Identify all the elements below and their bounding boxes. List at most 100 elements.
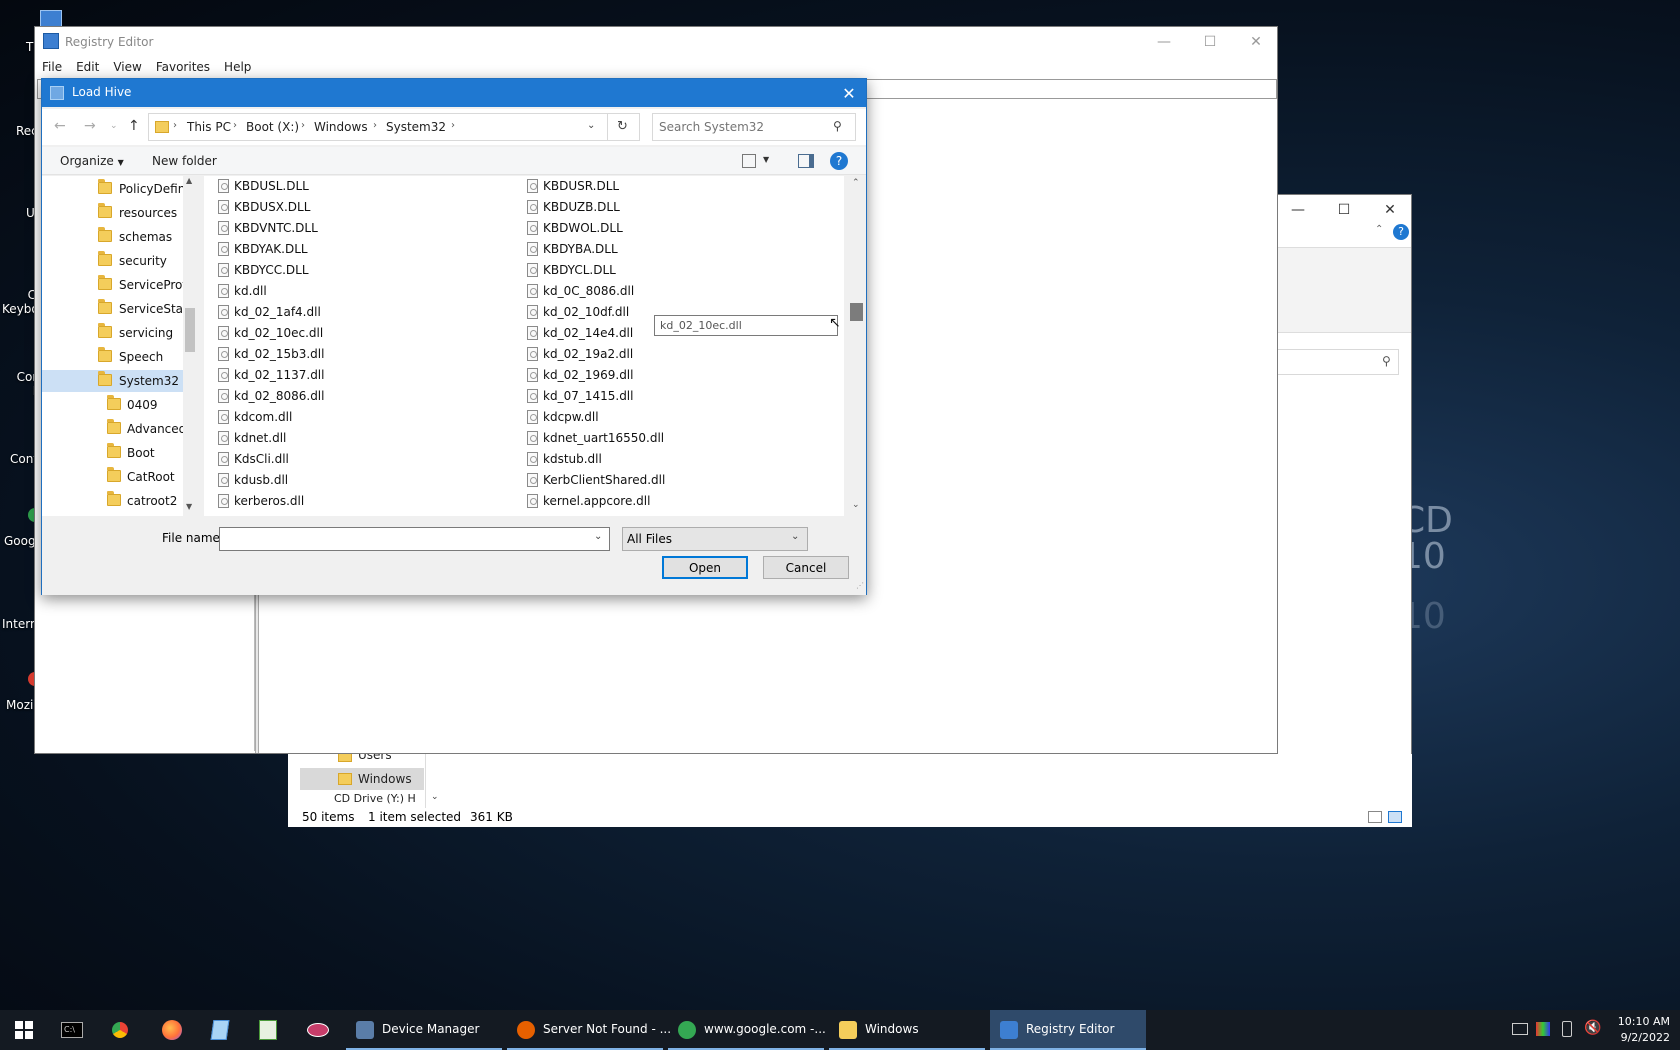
nav-item-servicing[interactable]: servicing xyxy=(42,322,183,344)
desktop-icon-label[interactable]: Mozi xyxy=(6,698,33,712)
ribbon-collapse-icon[interactable]: ⌃ xyxy=(1375,224,1383,235)
breadcrumb-system32[interactable]: System32 xyxy=(386,120,446,134)
chevron-down-icon[interactable]: ⌄ xyxy=(587,120,595,131)
file-name: kd_07_1415.dll xyxy=(543,389,634,403)
nav-item-resources[interactable]: resources xyxy=(42,202,183,224)
menu-view[interactable]: View xyxy=(106,57,148,77)
command-prompt-icon[interactable]: C:\ xyxy=(48,1010,96,1050)
cancel-button[interactable]: Cancel xyxy=(763,556,849,579)
desktop-icon-label[interactable]: Intern xyxy=(2,617,38,631)
nav-pane-scroll-thumb[interactable] xyxy=(185,308,195,352)
breadcrumb-boot[interactable]: Boot (X:) xyxy=(246,120,299,134)
chevron-down-icon[interactable]: ⌄ xyxy=(594,531,602,542)
desktop-icon-label[interactable]: T xyxy=(26,40,33,54)
menu-help[interactable]: Help xyxy=(217,57,258,77)
nav-item-serviceprofiles[interactable]: ServiceProfi xyxy=(42,274,190,296)
nav-item-catroot[interactable]: CatRoot xyxy=(42,466,183,488)
taskbar-app-device-manager[interactable]: Device Manager xyxy=(346,1010,502,1050)
preview-pane-icon[interactable] xyxy=(798,154,814,168)
network-icon[interactable] xyxy=(1512,1023,1528,1035)
folder-icon xyxy=(155,121,169,133)
chevron-down-icon: ⌄ xyxy=(791,531,800,542)
folder-icon xyxy=(98,251,112,266)
up-arrow-icon[interactable]: ↑ xyxy=(128,118,140,134)
close-button[interactable]: ✕ xyxy=(1233,27,1279,57)
nav-item-servicestate[interactable]: ServiceState xyxy=(42,298,195,320)
menu-edit[interactable]: Edit xyxy=(69,57,106,77)
scroll-up-arrow-icon[interactable]: ▲ xyxy=(186,176,192,185)
nav-item-advanced[interactable]: Advanced xyxy=(42,418,186,440)
large-icons-view-icon[interactable] xyxy=(1388,811,1402,823)
nav-item-system32[interactable]: System32 xyxy=(42,370,183,392)
search-icon[interactable]: ⚲ xyxy=(833,119,842,133)
scroll-down-arrow-icon[interactable]: ⌄ xyxy=(852,500,860,510)
file-type-select[interactable]: All Files ⌄ xyxy=(622,527,808,551)
maximize-button[interactable]: ☐ xyxy=(1321,195,1367,225)
breadcrumb-windows[interactable]: Windows xyxy=(314,120,368,134)
nav-item-catroot2[interactable]: catroot2 xyxy=(42,490,183,512)
details-view-icon[interactable] xyxy=(1368,811,1382,823)
battery-icon[interactable] xyxy=(1562,1021,1572,1037)
display-icon[interactable] xyxy=(1536,1022,1550,1036)
window-title: Registry Editor xyxy=(65,35,154,49)
organize-button[interactable]: Organize ▼ xyxy=(60,154,124,168)
desktop-icon-label[interactable]: Goog xyxy=(4,534,36,548)
file-list-scroll-thumb[interactable] xyxy=(850,303,863,321)
help-icon[interactable]: ? xyxy=(830,152,848,170)
refresh-icon[interactable]: ↻ xyxy=(617,119,628,134)
minimize-button[interactable]: — xyxy=(1275,195,1321,225)
scroll-down-arrow-icon[interactable]: ▼ xyxy=(186,502,192,511)
taskbar-app-firefox[interactable]: Server Not Found - ... xyxy=(507,1010,671,1050)
taskbar-app-chrome[interactable]: www.google.com -... xyxy=(668,1010,826,1050)
system-clock[interactable]: 10:10 AM 9/2/2022 xyxy=(1604,1014,1670,1046)
close-button[interactable]: ✕ xyxy=(832,79,866,107)
dll-file-icon xyxy=(218,347,229,361)
volume-muted-icon[interactable]: 🔇 xyxy=(1584,1020,1601,1036)
desktop-icon-label[interactable]: C Keybo xyxy=(2,288,39,316)
file-list-scrollbar[interactable]: ⌃ ⌄ xyxy=(848,176,865,516)
file-name: kd_02_14e4.dll xyxy=(543,326,634,340)
search-input[interactable] xyxy=(659,118,827,136)
start-button[interactable] xyxy=(0,1010,48,1050)
dll-file-icon xyxy=(527,347,538,361)
nav-item-label[interactable]: CD Drive (Y:) H xyxy=(334,792,416,805)
help-icon[interactable]: ? xyxy=(1393,224,1409,240)
new-folder-button[interactable]: New folder xyxy=(152,154,217,168)
address-bar[interactable]: › This PC › Boot (X:) › Windows › System… xyxy=(148,113,640,141)
control-panel-icon[interactable] xyxy=(294,1010,342,1050)
chevron-down-icon[interactable]: ⌄ xyxy=(431,792,439,802)
open-button[interactable]: Open xyxy=(662,556,748,579)
close-button[interactable]: ✕ xyxy=(1367,195,1413,225)
back-arrow-icon[interactable]: ← xyxy=(54,118,66,134)
menu-favorites[interactable]: Favorites xyxy=(149,57,217,77)
minimize-button[interactable]: — xyxy=(1141,27,1187,57)
nav-item-boot[interactable]: Boot xyxy=(42,442,183,464)
nav-item-speech[interactable]: Speech xyxy=(42,346,183,368)
file-name: kd_0C_8086.dll xyxy=(543,284,635,298)
chrome-icon[interactable] xyxy=(96,1010,144,1050)
breadcrumb-this-pc[interactable]: This PC xyxy=(187,120,231,134)
taskbar-app-explorer[interactable]: Windows xyxy=(829,1010,985,1050)
view-options-icon[interactable] xyxy=(742,154,756,168)
firefox-icon[interactable] xyxy=(148,1010,196,1050)
scroll-up-arrow-icon[interactable]: ⌃ xyxy=(852,178,860,188)
task-scheduler-icon[interactable] xyxy=(244,1010,292,1050)
chevron-down-icon[interactable]: ▼ xyxy=(763,155,769,164)
file-name-input[interactable] xyxy=(224,530,584,548)
maximize-button[interactable]: ☐ xyxy=(1187,27,1233,57)
nav-item-policydefinitions[interactable]: PolicyDefini xyxy=(42,178,189,200)
file-name: kd_02_15b3.dll xyxy=(234,347,325,361)
organize-label: Organize xyxy=(60,154,114,168)
menu-file[interactable]: File xyxy=(35,57,69,77)
forward-arrow-icon[interactable]: → xyxy=(84,118,96,134)
nav-item-0409[interactable]: 0409 xyxy=(42,394,183,416)
load-hive-dialog: Load Hive ✕ ← → ⌄ ↑ › This PC › Boot (X:… xyxy=(41,78,867,595)
file-name: kdusb.dll xyxy=(234,473,289,487)
notepad-icon[interactable] xyxy=(196,1010,244,1050)
nav-item-security[interactable]: security xyxy=(42,250,183,272)
recent-locations-chevron-icon[interactable]: ⌄ xyxy=(110,121,118,131)
resize-grip-icon[interactable]: ⋰ xyxy=(856,581,864,590)
taskbar-app-registry-editor[interactable]: Registry Editor xyxy=(990,1010,1146,1050)
nav-item-schemas[interactable]: schemas xyxy=(42,226,183,248)
nav-item-windows[interactable]: Windows xyxy=(300,768,424,790)
